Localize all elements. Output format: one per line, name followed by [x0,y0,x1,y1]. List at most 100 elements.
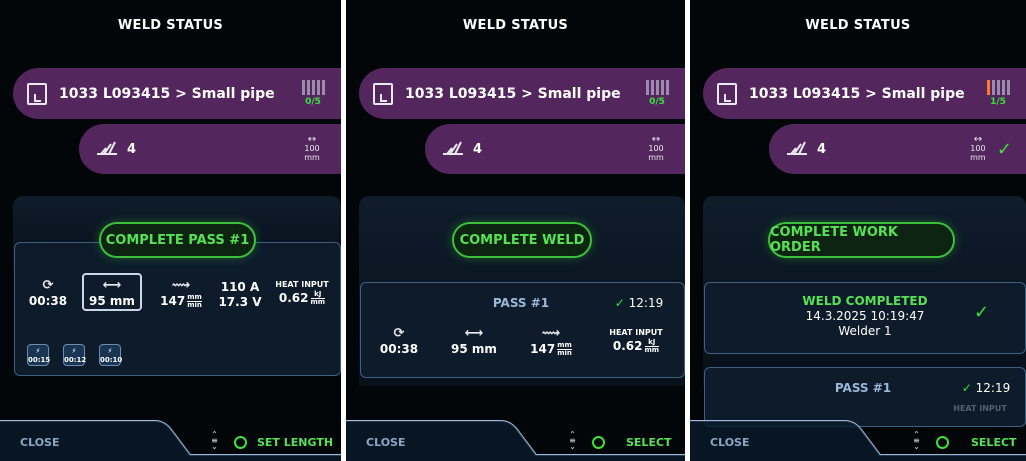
heat-input-label: HEAT INPUT [275,280,329,289]
work-order-title: 1033 L093415 > Small pipe [749,85,965,102]
scroll-wheel-icon: ⌃ ≡ ⌄ [211,430,218,451]
complete-weld-button[interactable]: COMPLETE WELD [452,222,592,258]
length-value: 95 mm [451,342,497,356]
work-order-progress: 0/5 [643,80,671,107]
travel-speed-icon: ⟿ [541,326,561,341]
weld-symbol-icon [787,141,807,155]
document-icon [373,82,393,105]
progress-bars-icon [299,80,327,95]
heat-input-label: HEAT INPUT [609,328,663,337]
weld-status-panel-3: WELD STATUS 1033 L093415 > Small pipe 1/… [690,0,1026,461]
joint-number: 4 [473,141,483,157]
joint-length-unit: mm [648,153,664,162]
scroll-wheel-icon: ⌃ ≡ ⌄ [569,430,576,451]
close-button[interactable]: CLOSE [366,436,405,449]
weld-symbol-icon [443,141,463,155]
joint-bar[interactable]: 4 ↔ 100 mm [79,124,341,174]
complete-work-order-button[interactable]: COMPLETE WORK ORDER [768,222,955,258]
weld-completed-title: WELD COMPLETED [802,294,928,308]
footer-bar: CLOSE ⌃ ≡ ⌄ SELECT [346,417,685,461]
joint-length-value: 100 [648,144,664,153]
joint-length: ↔ 100 mm [963,134,993,163]
weld-symbol-icon: ⚡ [71,347,77,355]
work-order-progress: 0/5 [299,80,327,107]
joint-length-unit: mm [304,153,320,162]
length-arrow-icon: ↔ [651,134,661,145]
select-button[interactable]: SELECT [971,436,1017,449]
weld-symbol-icon: ⚡ [107,347,113,355]
joint-length: ↔ 100 mm [297,135,327,163]
time-stat: ⟳ 00:38 [379,326,419,356]
work-order-bar[interactable]: 1033 L093415 > Small pipe 1/5 [703,68,1026,119]
length-stat: ⟷ 95 mm [446,326,502,356]
length-arrow-icon: ↔ [973,134,983,145]
speed-value: 147 [530,342,556,356]
welder-name: Welder 1 [838,324,892,338]
pass-time: ✓ 12:19 [955,381,1017,395]
heat-unit-bottom: mm [310,298,326,306]
progress-bars-icon [643,80,671,95]
tack-time: 00:10 [100,356,123,364]
footer-bar: CLOSE ⌃ ≡ ⌄ SET LENGTH [0,417,341,461]
length-value: 95 mm [89,294,135,308]
work-order-title: 1033 L093415 > Small pipe [405,85,621,102]
tack-chip[interactable]: ⚡ 00:12 [63,344,87,366]
heat-input-value: 0.62 [278,291,309,305]
pass-time-value: 12:19 [628,296,664,310]
weld-status-panel-1: WELD STATUS 1033 L093415 > Small pipe 0/… [0,0,341,461]
joint-length-value: 100 [304,144,320,153]
panel-title: WELD STATUS [117,18,224,33]
electrical-stat: 110 A 17.3 V [217,280,263,310]
time-value: 00:38 [379,342,419,356]
weld-completed-datetime: 14.3.2025 10:19:47 [805,309,925,323]
speed-stat: ⟿ 147 mm min [158,278,204,309]
weld-symbol-icon [97,141,117,155]
time-value: 00:38 [28,294,68,308]
joint-bar[interactable]: 4 ↔ 100 mm [425,124,685,174]
footer-bar: CLOSE ⌃ ≡ ⌄ SELECT [690,417,1026,461]
complete-pass-button[interactable]: COMPLETE PASS #1 [99,222,256,258]
time-stat: ⟳ 00:38 [28,278,68,308]
pass-time-value: 12:19 [975,381,1011,395]
travel-speed-icon: ⟿ [171,278,191,293]
progress-count: 0/5 [305,97,321,107]
check-icon: ✓ [974,302,990,323]
joint-number: 4 [817,141,827,157]
speed-unit-bottom: min [187,301,202,309]
heat-input-value: 0.62 [612,339,643,353]
pass-title: PASS #1 [834,381,892,395]
panel-title: WELD STATUS [805,18,911,33]
select-button[interactable]: SELECT [626,436,672,449]
check-icon: ✓ [614,296,625,310]
work-order-bar[interactable]: 1033 L093415 > Small pipe 0/5 [13,68,341,119]
pass-title: PASS #1 [492,296,550,310]
circle-button-icon [936,436,949,449]
check-icon: ✓ [996,138,1012,160]
voltage-value: 17.3 V [218,295,262,309]
heat-unit-bottom: mm [644,346,660,354]
pass-time: ✓ 12:19 [608,296,670,310]
joint-length-value: 100 [970,144,986,153]
joint-length-unit: mm [970,153,986,162]
length-stat: ⟷ 95 mm [86,278,138,308]
progress-bars-icon [984,80,1012,95]
joint-bar[interactable]: 4 ↔ 100 mm ✓ [769,124,1026,174]
document-icon [27,82,47,105]
close-button[interactable]: CLOSE [20,436,59,449]
length-arrow-icon: ⟷ [102,278,122,293]
speed-stat: ⟿ 147 mm min [526,326,576,357]
document-icon [717,82,737,105]
tack-time: 00:12 [64,356,87,364]
work-order-bar[interactable]: 1033 L093415 > Small pipe 0/5 [359,68,685,119]
tack-chip[interactable]: ⚡ 00:10 [99,344,123,366]
work-order-progress: 1/5 [984,80,1012,107]
circle-button-icon [234,436,247,449]
weld-symbol-icon: ⚡ [35,347,41,355]
set-length-button[interactable]: SET LENGTH [257,436,333,449]
close-button[interactable]: CLOSE [710,436,749,449]
tack-chip[interactable]: ⚡ 00:15 [27,344,51,366]
tack-time: 00:15 [28,356,51,364]
heat-input-stat: HEAT INPUT 0.62 kJ mm [272,280,332,306]
timer-icon: ⟳ [42,278,54,293]
progress-count: 1/5 [990,97,1006,107]
